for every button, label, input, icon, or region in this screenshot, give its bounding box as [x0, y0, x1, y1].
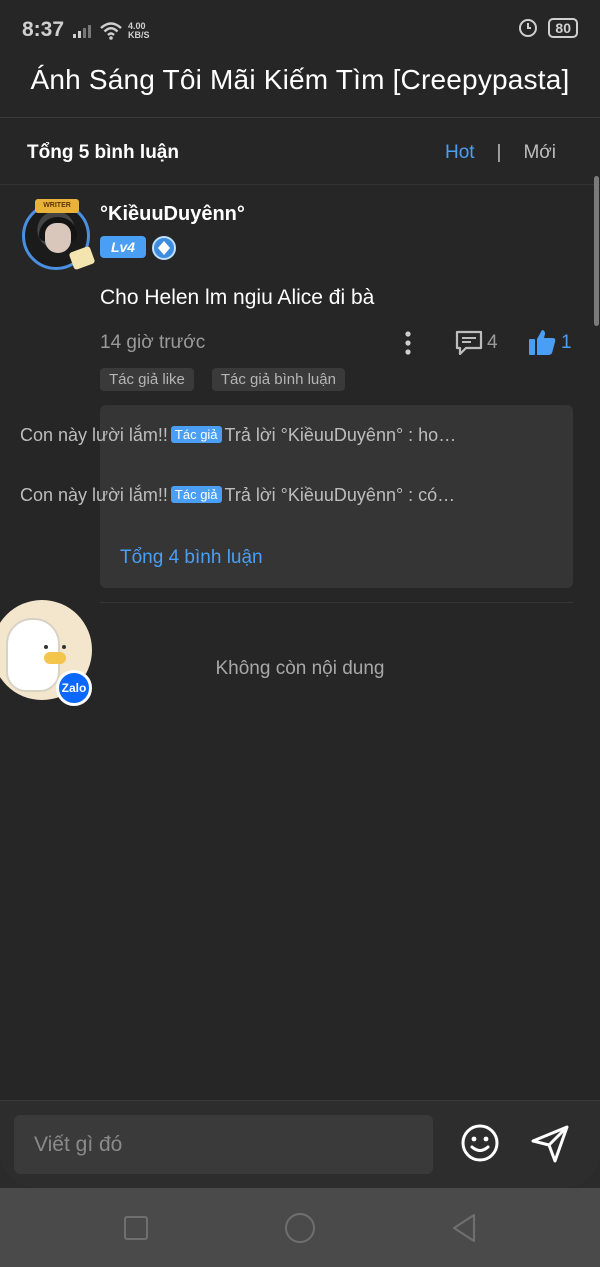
comment-username[interactable]: °KiềuuDuyênn°: [100, 203, 245, 226]
avatar[interactable]: WRITER: [22, 199, 96, 271]
comment-icon[interactable]: [454, 330, 484, 356]
reply-author: Con này lười lắm!!: [20, 485, 168, 505]
reply-item[interactable]: Con này lười lắm!! Tác giả Trả lời °KiềuuD…: [20, 483, 460, 508]
vip-gem-icon: [152, 236, 176, 260]
wifi-icon: [100, 22, 122, 40]
status-time: 8:37: [22, 18, 65, 41]
alarm-icon: [519, 19, 538, 37]
nav-recent-icon[interactable]: [124, 1216, 148, 1240]
author-badge: Tác giả: [170, 426, 222, 443]
nav-home-icon[interactable]: [285, 1213, 315, 1243]
signal-icon: [73, 25, 91, 38]
page-title: Ánh Sáng Tôi Mãi Kiếm Tìm [Creepypasta]: [30, 64, 570, 95]
emoji-icon[interactable]: [460, 1123, 500, 1163]
like-count: 1: [561, 332, 572, 353]
writer-badge: WRITER: [35, 199, 79, 213]
battery-icon: 80: [548, 18, 578, 38]
sort-options: Hot | Mới: [445, 142, 556, 164]
sort-separator: |: [496, 142, 502, 163]
comments-header: Tổng 5 bình luận Hot | Mới: [0, 118, 600, 184]
tag-author-like: Tác giả like: [100, 368, 194, 391]
reply-author: Con này lười lắm!!: [20, 425, 168, 445]
divider: [100, 602, 573, 603]
system-nav-bar: [0, 1188, 600, 1267]
like-icon[interactable]: [528, 328, 556, 356]
author-badge: Tác giả: [170, 486, 222, 503]
divider: [0, 184, 600, 185]
status-right: 80: [518, 18, 578, 38]
scrollbar[interactable]: [594, 176, 599, 326]
comment-total: Tổng 5 bình luận: [27, 142, 179, 163]
app-screen: 8:37 4.00 KB/S 80 Ánh Sáng Tôi Mãi Kiếm …: [0, 0, 600, 1188]
reply-text: Trả lời °KiềuuDuyênn° : có đóa e :)) phư…: [224, 485, 460, 505]
tag-author-comment: Tác giả bình luận: [211, 368, 345, 391]
comment-input[interactable]: [14, 1115, 433, 1174]
comment-time: 14 giờ trước: [100, 332, 206, 353]
level-badge: Lv4: [100, 236, 146, 258]
reply-count: 4: [487, 332, 498, 353]
nav-back-icon[interactable]: [450, 1213, 478, 1243]
network-speed: 4.00 KB/S: [128, 21, 150, 40]
status-bar: 8:37 4.00 KB/S 80: [0, 0, 600, 60]
comment-input-bar: [0, 1100, 600, 1188]
author-tags: Tác giả like Tác giả bình luận: [100, 368, 345, 391]
send-icon[interactable]: [529, 1123, 571, 1165]
more-icon[interactable]: [396, 330, 420, 356]
sort-hot-tab[interactable]: Hot: [445, 142, 475, 164]
comment-text: Cho Helen lm ngiu Alice đi bà: [100, 286, 375, 309]
sort-new-tab[interactable]: Mới: [523, 142, 556, 164]
status-icons: 4.00 KB/S: [72, 22, 150, 40]
reply-item[interactable]: Con này lười lắm!! Tác giả Trả lời °KiềuuD…: [20, 423, 460, 448]
zalo-icon[interactable]: Zalo: [56, 670, 92, 706]
reply-text: Trả lời °KiềuuDuyênn° : hoặc ko ghép Ali…: [224, 425, 460, 445]
view-all-replies-link[interactable]: Tổng 4 bình luận: [120, 547, 263, 569]
